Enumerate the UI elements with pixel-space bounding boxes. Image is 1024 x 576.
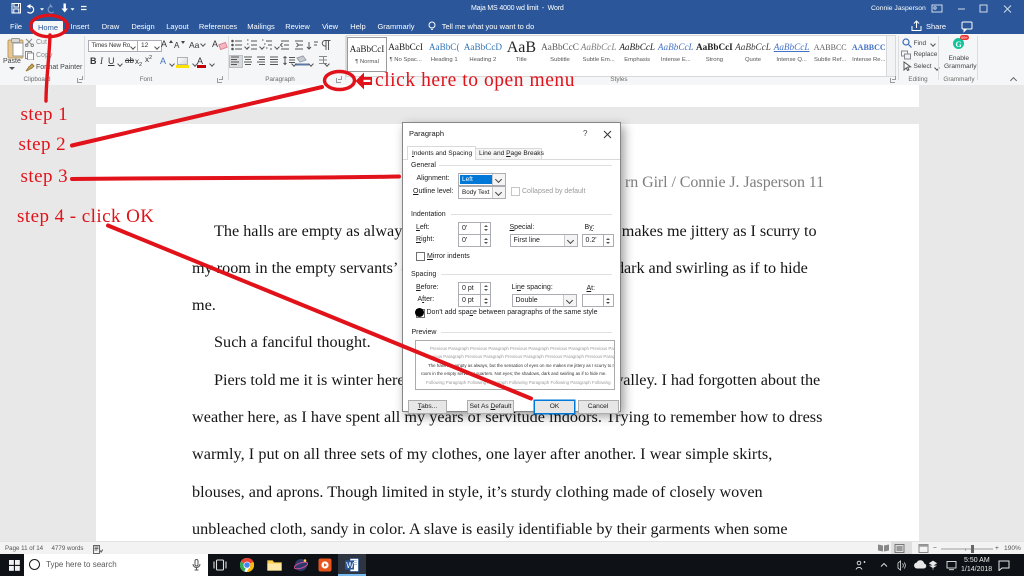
svg-text:W: W (346, 561, 354, 570)
